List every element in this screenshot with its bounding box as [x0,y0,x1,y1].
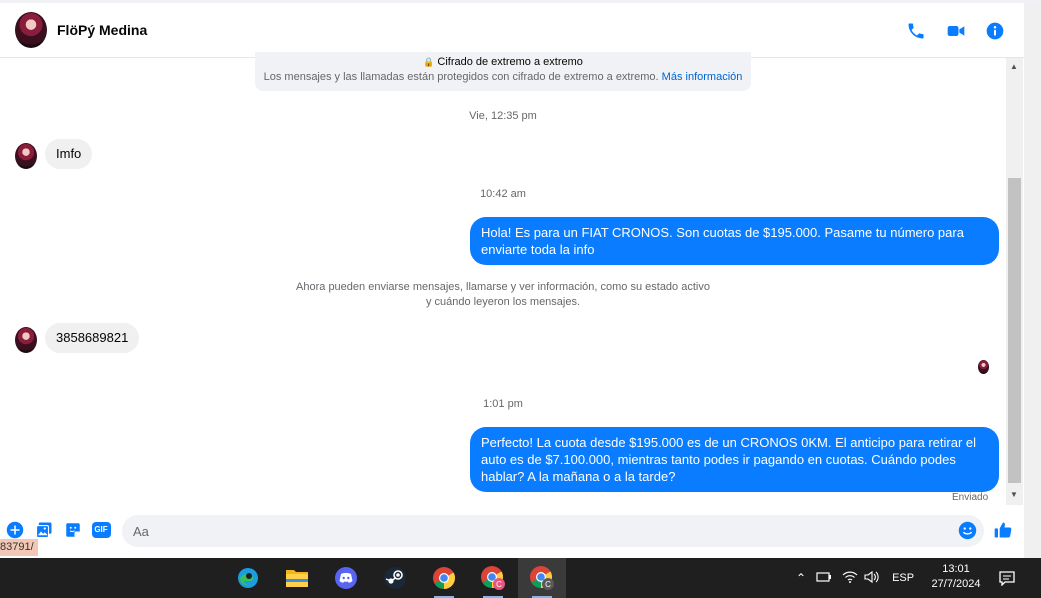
seen-indicator-avatar [978,360,989,374]
chrome-icon[interactable] [424,558,464,598]
battery-icon[interactable] [816,571,832,586]
contact-name[interactable]: FlöPý Medina [57,22,147,38]
notifications-icon[interactable] [998,558,1016,598]
timestamp: Vie, 12:35 pm [469,110,537,122]
more-info-link[interactable]: Más información [662,71,743,83]
sent-status: Enviado [952,492,989,503]
message-input-wrapper [122,515,984,547]
window-edge [1024,3,1041,558]
svg-text:C: C [545,580,551,589]
language-indicator[interactable]: ESP [892,572,914,584]
timestamp: 1:01 pm [483,398,523,410]
gallery-icon[interactable] [34,520,54,540]
phone-icon[interactable] [905,20,927,42]
chrome-active-icon[interactable]: C [518,558,566,598]
scroll-up-arrow-icon[interactable]: ▲ [1010,62,1018,71]
contact-avatar-small[interactable] [15,327,37,353]
video-icon[interactable] [945,20,967,42]
discord-icon[interactable] [326,558,366,598]
encryption-title-row: 🔒 Cifrado de extremo a extremo [255,56,751,68]
file-explorer-icon[interactable] [277,558,317,598]
system-message-line: Ahora pueden enviarse mensajes, llamarse… [296,281,710,293]
incoming-message[interactable]: 3858689821 [45,323,140,353]
system-message: Ahora pueden enviarse mensajes, llamarse… [270,280,736,310]
scroll-down-arrow-icon[interactable]: ▼ [1010,490,1018,499]
gif-icon[interactable]: GIF [91,520,111,540]
edge-icon[interactable] [228,558,268,598]
like-icon[interactable] [993,520,1013,540]
svg-text:C: C [496,580,502,589]
clock-time: 13:01 [942,563,970,575]
encryption-text: Los mensajes y las llamadas están proteg… [263,71,659,83]
status-url-tooltip: 83791/ [0,539,38,556]
composer: GIF [0,512,1024,552]
clock[interactable]: 13:01 27/7/2024 [916,562,996,592]
outgoing-message[interactable]: Perfecto! La cuota desde $195.000 es de … [470,427,999,492]
contact-avatar-small[interactable] [15,143,37,169]
chevron-up-icon[interactable]: ⌃ [796,571,806,585]
messenger-window: FlöPý Medina 🔒 Cifrado de extremo a extr… [0,0,1041,558]
system-message-line: y cuándo leyeron los mensajes. [425,296,581,308]
chrome-profile-icon[interactable]: C [473,558,513,598]
encryption-notice: 🔒 Cifrado de extremo a extremo Los mensa… [255,52,751,91]
sticker-icon[interactable] [63,520,83,540]
plus-icon[interactable] [5,520,25,540]
emoji-icon[interactable] [957,520,977,540]
incoming-message[interactable]: Imfo [45,139,93,169]
steam-icon[interactable] [375,558,415,598]
lock-icon: 🔒 [423,57,435,67]
volume-icon[interactable] [864,570,880,587]
contact-avatar[interactable] [15,12,47,48]
encryption-text-row: Los mensajes y las llamadas están proteg… [255,71,751,83]
timestamp: 10:42 am [480,188,526,200]
wifi-icon[interactable] [842,570,858,587]
info-icon[interactable] [984,20,1006,42]
clock-date: 27/7/2024 [931,578,981,590]
windows-taskbar: C C ⌃ ESP 13:01 27/7/2024 [0,558,1041,598]
scroll-thumb[interactable] [1008,178,1021,483]
outgoing-message[interactable]: Hola! Es para un FIAT CRONOS. Son cuotas… [470,217,999,265]
system-tray: ⌃ ESP [796,558,914,598]
chat-header: FlöPý Medina [0,3,1024,58]
chat-scrollbar[interactable]: ▲ ▼ [1006,58,1023,505]
message-input[interactable] [122,515,942,547]
gif-label: GIF [91,522,111,538]
encryption-title: Cifrado de extremo a extremo [437,56,583,68]
